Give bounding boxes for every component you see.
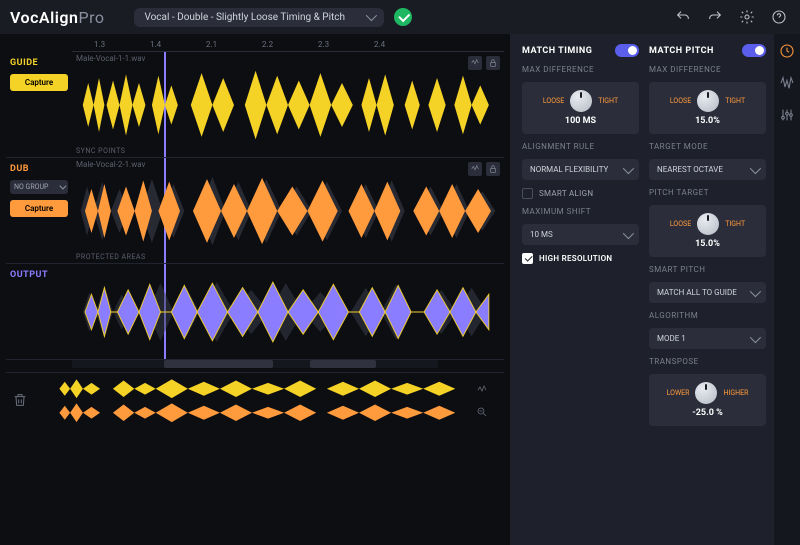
smart-pitch-label: SMART PITCH — [649, 265, 766, 274]
dub-filename: Male-Vocal-2-1.wav — [76, 160, 145, 169]
guide-capture-button[interactable]: Capture — [10, 74, 68, 91]
algorithm-label: ALGORITHM — [649, 311, 766, 320]
guide-track-label: GUIDE — [10, 58, 68, 68]
algorithm-select[interactable]: MODE 1 — [649, 328, 766, 349]
pitch-target-knob[interactable] — [697, 213, 719, 235]
timing-maxdiff-knob[interactable] — [570, 90, 592, 112]
output-waveform[interactable] — [72, 264, 504, 359]
chevron-down-icon — [366, 10, 377, 21]
target-mode-label: TARGET MODE — [649, 142, 766, 151]
pitch-target-value: 15.0% — [695, 239, 720, 249]
maximum-shift-label: MAXIMUM SHIFT — [522, 207, 639, 216]
tab-waveform-icon[interactable] — [778, 74, 796, 92]
overview-scope-icon[interactable] — [474, 382, 490, 398]
preset-selector[interactable]: Vocal - Double - Slightly Loose Timing &… — [134, 8, 384, 27]
status-ok-icon — [394, 8, 412, 26]
match-timing-toggle[interactable] — [615, 44, 639, 57]
transpose-label: TRANSPOSE — [649, 357, 766, 366]
match-timing-title: MATCH TIMING — [522, 46, 592, 56]
transpose-knob[interactable] — [695, 382, 717, 404]
smart-align-checkbox[interactable]: SMART ALIGN — [522, 188, 639, 199]
alignment-rule-select[interactable]: NORMAL FLEXIBILITY — [522, 159, 639, 180]
dub-capture-button[interactable]: Capture — [10, 200, 68, 217]
help-button[interactable] — [768, 6, 790, 28]
pitch-maxdiff-value: 15.0% — [695, 116, 720, 126]
output-track-label: OUTPUT — [10, 270, 68, 280]
timing-maxdiff-value: 100 MS — [565, 116, 596, 126]
settings-button[interactable] — [736, 6, 758, 28]
overview-waveforms[interactable] — [38, 377, 466, 424]
horiz-scrollbar[interactable] — [72, 360, 438, 368]
tab-sliders-icon[interactable] — [778, 106, 796, 124]
dub-waveform[interactable]: Male-Vocal-2-1.wav PROTECTED AREAS — [72, 158, 504, 263]
app-logo: VocAlignPro — [10, 8, 104, 27]
guide-filename: Male-Vocal-1-1.wav — [76, 54, 145, 63]
guide-waveform[interactable]: Male-Vocal-1-1.wav SYNC POINTS — [72, 52, 504, 157]
delete-button[interactable] — [12, 392, 30, 410]
tab-timing-icon[interactable] — [778, 42, 796, 60]
alignment-rule-label: ALIGNMENT RULE — [522, 142, 639, 151]
pitch-maxdiff-label: MAX DIFFERENCE — [649, 65, 766, 74]
pitch-target-label: PITCH TARGET — [649, 188, 766, 197]
timing-maxdiff-label: MAX DIFFERENCE — [522, 65, 639, 74]
pitch-maxdiff-knob[interactable] — [697, 90, 719, 112]
timeline-ruler[interactable]: 1.3 1.4 2.1 2.2 2.3 2.4 — [72, 38, 504, 52]
undo-button[interactable] — [672, 6, 694, 28]
preset-name: Vocal - Double - Slightly Loose Timing &… — [144, 12, 356, 23]
transpose-value: -25.0 % — [692, 408, 723, 418]
high-resolution-checkbox[interactable]: HIGH RESOLUTION — [522, 253, 639, 264]
dub-track-label: DUB — [10, 164, 68, 174]
target-mode-select[interactable]: NEAREST OCTAVE — [649, 159, 766, 180]
protected-areas-label: PROTECTED AREAS — [76, 253, 146, 261]
dub-group-select[interactable]: NO GROUP — [10, 180, 68, 194]
redo-button[interactable] — [704, 6, 726, 28]
match-pitch-title: MATCH PITCH — [649, 46, 714, 56]
smart-pitch-select[interactable]: MATCH ALL TO GUIDE — [649, 282, 766, 303]
match-pitch-toggle[interactable] — [742, 44, 766, 57]
maximum-shift-select[interactable]: 10 MS — [522, 224, 639, 245]
overview-zoom-icon[interactable] — [474, 404, 490, 420]
sync-points-label: SYNC POINTS — [76, 147, 125, 155]
